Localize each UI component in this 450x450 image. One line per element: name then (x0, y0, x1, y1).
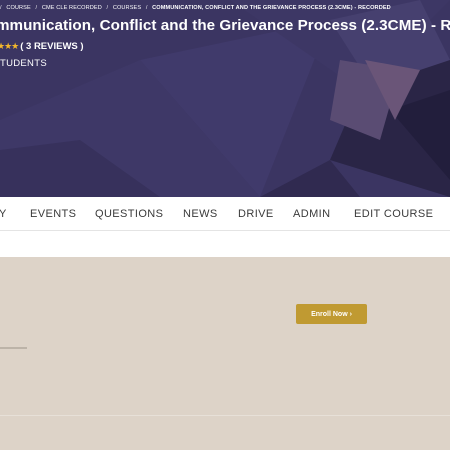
nav-item-news[interactable]: NEWS (183, 208, 218, 220)
breadcrumb-separator: / (106, 5, 109, 11)
enroll-now-button[interactable]: Enroll Now › (296, 304, 367, 324)
course-content-area: Enroll Now › (0, 257, 450, 450)
section-divider (0, 415, 450, 416)
nav-item-questions[interactable]: QUESTIONS (95, 208, 163, 220)
students-count: TUDENTS (0, 58, 47, 69)
breadcrumb-item-course[interactable]: COURSE (6, 5, 31, 11)
nav-item-drive[interactable]: DRIVE (238, 208, 274, 220)
breadcrumb: / COURSE / CME CLE RECORDED / COURSES / … (0, 5, 394, 11)
breadcrumb-item-courses[interactable]: COURSES (113, 5, 141, 11)
nav-item-events[interactable]: EVENTS (30, 208, 76, 220)
breadcrumb-item-cme-cle-recorded[interactable]: CME CLE RECORDED (42, 5, 102, 11)
nav-item-admin[interactable]: ADMIN (293, 208, 330, 220)
breadcrumb-item-current: COMMUNICATION, CONFLICT AND THE GRIEVANC… (152, 5, 391, 11)
progress-bar (0, 347, 27, 349)
reviews-count[interactable]: ( 3 REVIEWS ) (20, 41, 83, 52)
course-rating: ★★★ ( 3 REVIEWS ) (0, 40, 84, 52)
star-rating-icon: ★★★ (0, 40, 19, 51)
nav-item-edit-course[interactable]: EDIT COURSE (354, 208, 433, 220)
nav-item-activity[interactable]: Y (0, 208, 7, 220)
breadcrumb-separator: / (35, 5, 38, 11)
course-hero: / COURSE / CME CLE RECORDED / COURSES / … (0, 0, 450, 197)
breadcrumb-separator: / (145, 5, 148, 11)
course-nav: Y EVENTS QUESTIONS NEWS DRIVE ADMIN EDIT… (0, 197, 450, 231)
breadcrumb-separator: / (0, 5, 2, 11)
course-title: mmunication, Conflict and the Grievance … (0, 17, 450, 34)
